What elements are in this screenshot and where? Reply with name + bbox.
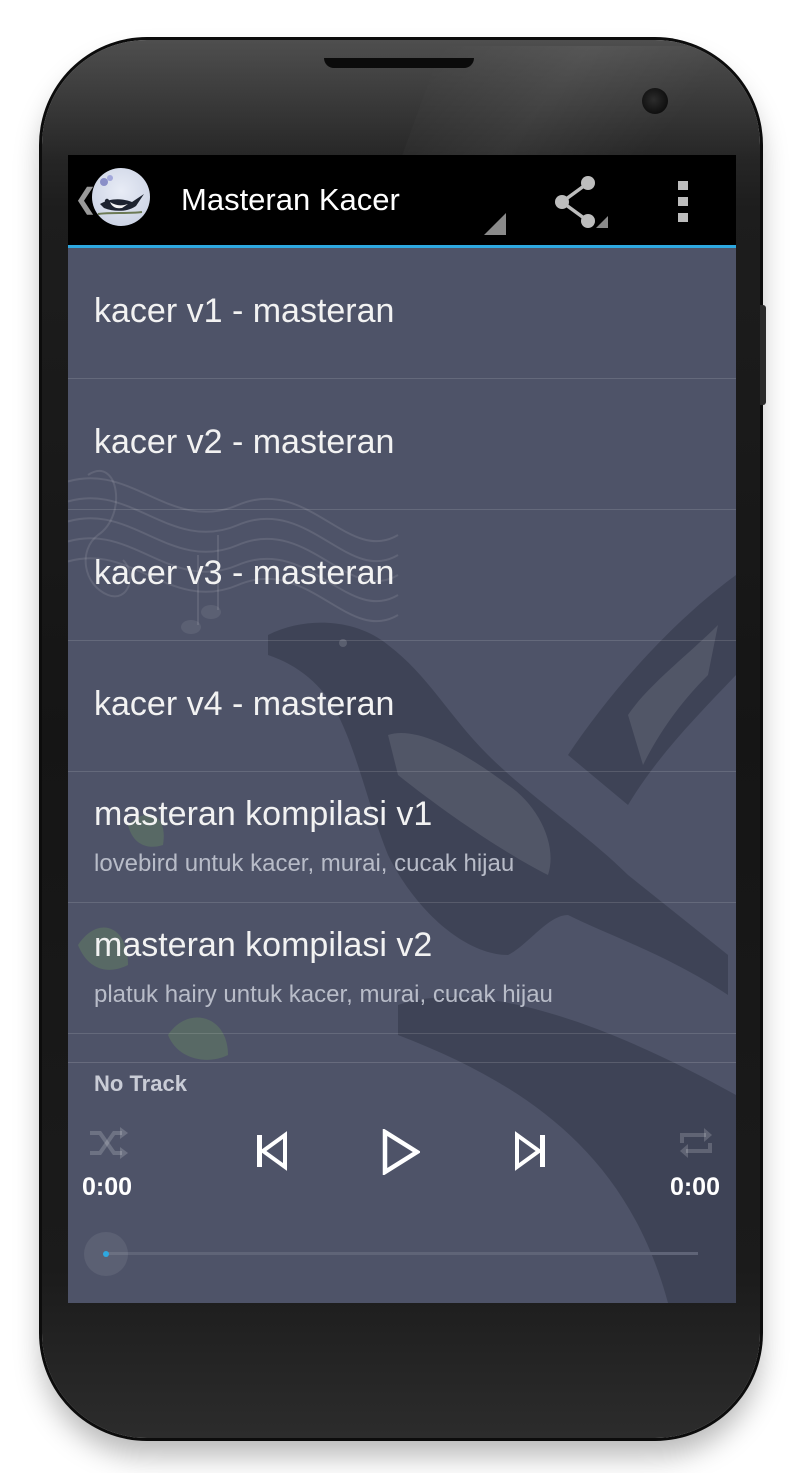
track-list: kacer v1 - masteran kacer v2 - masteran …: [68, 248, 736, 1034]
current-time: 0:00: [82, 1173, 133, 1201]
front-camera: [642, 88, 668, 114]
track-item[interactable]: masteran kompilasi v2 platuk hairy untuk…: [68, 903, 736, 1034]
track-item[interactable]: kacer v3 - masteran: [68, 510, 736, 641]
seek-bar[interactable]: [108, 1252, 698, 1255]
magpie-robin-bird-icon: [97, 175, 144, 215]
track-item[interactable]: kacer v1 - masteran: [68, 248, 736, 379]
skip-previous-icon[interactable]: [254, 1131, 288, 1171]
total-time: 0:00: [669, 1173, 720, 1201]
track-item[interactable]: kacer v2 - masteran: [68, 379, 736, 510]
skip-next-icon[interactable]: [514, 1131, 548, 1171]
track-title: kacer v1 - masteran: [94, 292, 395, 330]
shuffle-icon[interactable]: [88, 1125, 128, 1161]
seek-thumb[interactable]: [103, 1251, 109, 1257]
track-subtitle: lovebird untuk kacer, murai, cucak hijau: [94, 850, 515, 877]
track-title: kacer v2 - masteran: [94, 423, 395, 461]
play-icon[interactable]: [380, 1129, 420, 1175]
action-bar: ❮ Masteran Kacer: [68, 155, 736, 248]
track-title: masteran kompilasi v1: [94, 795, 433, 833]
share-icon[interactable]: [548, 172, 618, 232]
track-title: masteran kompilasi v2: [94, 926, 433, 964]
page-title[interactable]: Masteran Kacer: [181, 182, 400, 218]
spinner-indicator-icon: [484, 213, 506, 235]
app-screen: ❮ Masteran Kacer kacer v1 - masteran kac…: [68, 155, 736, 1303]
earpiece-speaker: [324, 58, 474, 68]
track-title: kacer v4 - masteran: [94, 685, 395, 723]
track-item[interactable]: masteran kompilasi v1 lovebird untuk kac…: [68, 772, 736, 903]
music-player: No Track 0:00 0:00: [68, 1062, 736, 1303]
power-button: [760, 305, 766, 405]
track-subtitle: platuk hairy untuk kacer, murai, cucak h…: [94, 981, 553, 1008]
track-item[interactable]: kacer v4 - masteran: [68, 641, 736, 772]
track-title: kacer v3 - masteran: [94, 554, 395, 592]
repeat-icon[interactable]: [676, 1125, 716, 1161]
now-playing-label: No Track: [94, 1071, 187, 1096]
overflow-menu-icon[interactable]: [666, 173, 702, 229]
app-icon[interactable]: [92, 168, 150, 226]
